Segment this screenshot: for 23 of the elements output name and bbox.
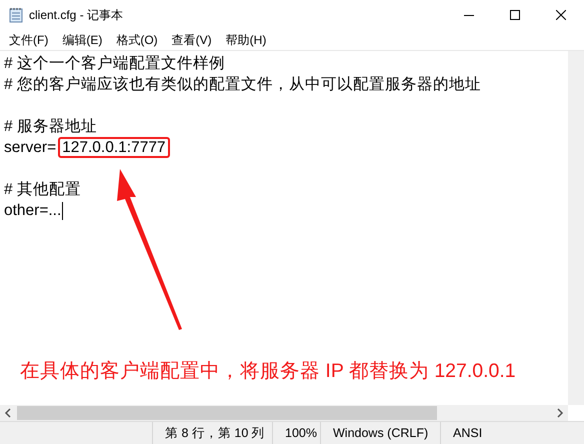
maximize-icon [510, 10, 520, 20]
menu-item[interactable]: 编辑(E) [55, 32, 110, 48]
scrollbar-thumb[interactable] [17, 406, 437, 420]
menu-item[interactable]: 格式(O) [109, 32, 165, 48]
status-field: Windows (CRLF) [320, 422, 440, 444]
close-icon [556, 10, 566, 20]
menu-item[interactable]: 查看(V) [164, 32, 219, 48]
text-line: # 您的客户端应该也有类似的配置文件，从中可以配置服务器的地址 [4, 75, 481, 95]
highlighted-value: 127.0.0.1:7777 [58, 137, 170, 158]
text-line: other=... [4, 201, 62, 221]
menu-item[interactable]: 帮助(H) [218, 32, 274, 48]
notepad-icon [9, 7, 23, 23]
text-line: # 其他配置 [4, 180, 81, 200]
text-line: server= [4, 138, 56, 158]
annotation-caption: 在具体的客户端配置中，将服务器 IP 都替换为 127.0.0.1 [20, 359, 516, 384]
horizontal-scrollbar[interactable] [0, 405, 568, 421]
status-field: 100% [272, 422, 320, 444]
status-field: ANSI [440, 422, 520, 444]
text-line: # 这个一个客户端配置文件样例 [4, 54, 225, 74]
menu-item[interactable]: 文件(F) [2, 32, 56, 48]
text-line: # 服务器地址 [4, 117, 97, 137]
window-title: client.cfg - 记事本 [29, 6, 124, 24]
status-field: 第 8 行，第 10 列 [152, 422, 272, 444]
